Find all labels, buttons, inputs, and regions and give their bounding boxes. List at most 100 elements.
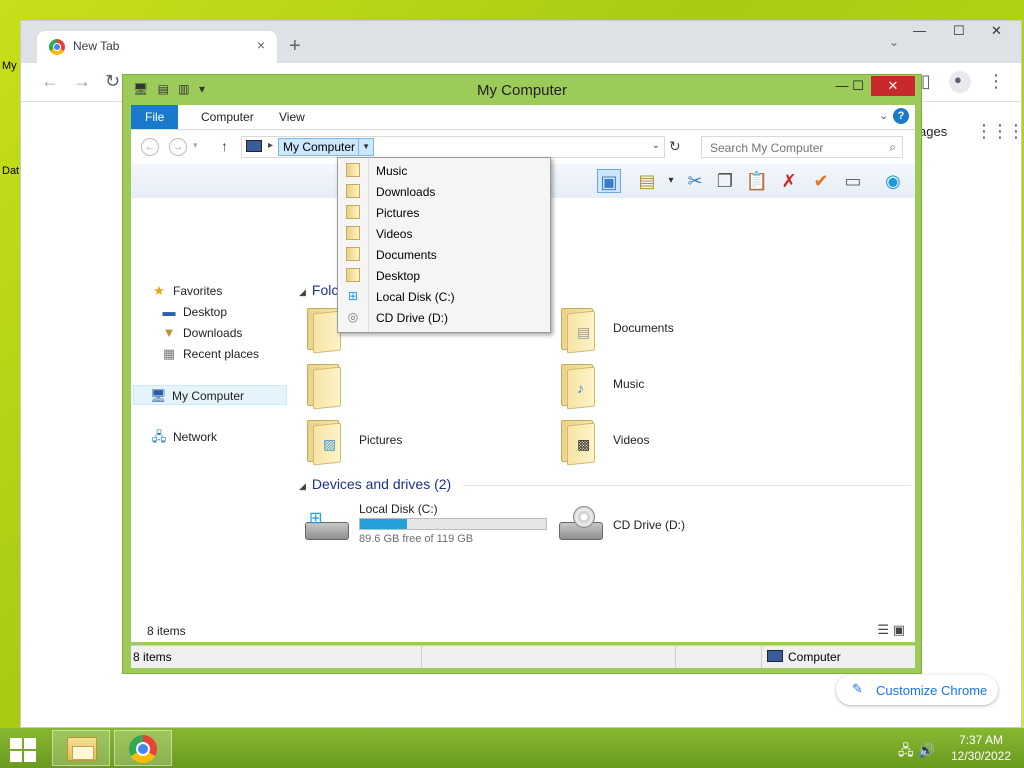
item-count: 8 items: [147, 624, 186, 638]
details-view-icon[interactable]: ☰: [877, 622, 889, 637]
desktop-icon-label-my[interactable]: My: [2, 60, 17, 72]
status-location-label: Computer: [788, 650, 841, 664]
menu-item-cd-drive[interactable]: ◎ CD Drive (D:): [338, 307, 548, 328]
menu-item-music[interactable]: Music: [338, 160, 548, 181]
downloads-icon: ▼: [162, 325, 176, 340]
menu-item-label: Pictures: [376, 206, 420, 220]
clock[interactable]: 7:37 AM 12/30/2022: [946, 732, 1016, 764]
properties-icon[interactable]: ▭: [841, 169, 865, 193]
folder-item-pictures[interactable]: ▨ Pictures: [305, 418, 545, 466]
tab-file[interactable]: File: [131, 105, 179, 129]
breadcrumb-dropdown-icon[interactable]: ▼: [358, 138, 373, 156]
address-history-icon[interactable]: ⌄: [652, 140, 660, 151]
nav-favorites[interactable]: ★ Favorites: [151, 281, 222, 301]
downloads-folder-icon: [346, 184, 360, 198]
cut-icon[interactable]: ✂: [683, 169, 707, 193]
search-box[interactable]: ⌕: [701, 136, 903, 158]
folder-item-hidden-2[interactable]: [305, 362, 545, 410]
menu-item-videos[interactable]: Videos: [338, 223, 548, 244]
tab-search-icon[interactable]: ⌄: [889, 35, 899, 49]
tab-computer[interactable]: Computer: [187, 105, 268, 129]
apps-grid-icon[interactable]: ⋮⋮⋮: [975, 121, 1024, 142]
profile-avatar[interactable]: [949, 71, 971, 93]
browser-tab-bar: New Tab × + ⌄ — ☐ ✕: [21, 21, 1021, 63]
local-disk-icon: ⊞: [347, 289, 359, 303]
forward-icon[interactable]: →: [73, 71, 91, 92]
network-tray-icon[interactable]: 🖧: [898, 742, 914, 758]
ribbon-expand-icon[interactable]: ⌄: [879, 109, 888, 122]
status-divider: [421, 646, 422, 668]
rename-check-icon[interactable]: ✔: [809, 169, 833, 193]
search-input[interactable]: [708, 140, 882, 156]
nav-network[interactable]: 🖧 Network: [151, 427, 217, 447]
volume-icon[interactable]: 🔊: [918, 742, 935, 758]
folders-group-header[interactable]: ◢ Folc: [299, 282, 338, 298]
explorer-maximize-button[interactable]: ☐: [843, 76, 873, 96]
folder-options-dropdown-icon[interactable]: ▾: [659, 169, 683, 193]
reload-icon[interactable]: ↻: [105, 71, 120, 92]
large-icons-view-icon[interactable]: ▣: [893, 622, 905, 637]
forward-button[interactable]: →: [169, 138, 187, 156]
drive-item-cd[interactable]: CD Drive (D:): [559, 502, 809, 552]
customize-chrome-button[interactable]: ✎ Customize Chrome: [836, 675, 998, 705]
up-button[interactable]: ↑: [221, 138, 228, 154]
folder-item-music[interactable]: ♪ Music: [559, 362, 799, 410]
nav-recent-places[interactable]: ▦ Recent places: [161, 344, 259, 364]
new-tab-button[interactable]: +: [289, 35, 301, 58]
tab-close-icon[interactable]: ×: [257, 37, 265, 53]
address-bar[interactable]: ▸ My Computer ▼ ⌄: [241, 136, 665, 158]
status-divider: [675, 646, 676, 668]
tab-view[interactable]: View: [265, 105, 319, 129]
nav-downloads[interactable]: ▼ Downloads: [161, 323, 243, 343]
cd-drive-icon: [559, 506, 603, 542]
side-panel-icon[interactable]: ▯: [921, 71, 931, 92]
breadcrumb-separator[interactable]: ▸: [268, 140, 273, 151]
copy-icon[interactable]: ❐: [713, 169, 737, 193]
recent-locations-icon[interactable]: ▾: [193, 140, 198, 151]
help-icon[interactable]: ?: [893, 108, 909, 124]
ribbon-tabs: File Computer View ⌄ ?: [131, 105, 915, 130]
menu-item-downloads[interactable]: Downloads: [338, 181, 548, 202]
documents-folder-icon: ▤: [559, 306, 597, 354]
browser-minimize-button[interactable]: —: [913, 23, 926, 38]
search-icon[interactable]: ⌕: [889, 140, 896, 155]
start-button[interactable]: [8, 736, 38, 762]
folder-icon: [305, 362, 343, 410]
browser-close-button[interactable]: ✕: [991, 23, 1002, 39]
taskbar-explorer-button[interactable]: [52, 730, 110, 766]
preview-pane-icon[interactable]: ▣: [597, 169, 621, 193]
folder-item-documents[interactable]: ▤ Documents: [559, 306, 799, 354]
back-icon[interactable]: ←: [41, 71, 59, 92]
browser-maximize-button[interactable]: ☐: [953, 23, 965, 39]
folder-item-videos[interactable]: ▩ Videos: [559, 418, 799, 466]
nav-desktop[interactable]: ▬ Desktop: [161, 302, 228, 322]
drive-item-local-disk[interactable]: ⊞ Local Disk (C:) 89.6 GB free of 119 GB: [305, 502, 555, 552]
explorer-titlebar[interactable]: 🖥 ▤ ▥ ▾ My Computer — ☐ ✕: [123, 75, 921, 105]
nav-network-label: Network: [173, 430, 218, 444]
explorer-close-button[interactable]: ✕: [871, 76, 915, 96]
videos-folder-icon: [346, 226, 360, 240]
menu-item-pictures[interactable]: Pictures: [338, 202, 548, 223]
drives-group-header[interactable]: ◢ Devices and drives (2): [299, 476, 451, 492]
menu-icon[interactable]: ⋮: [987, 71, 1005, 92]
breadcrumb-my-computer[interactable]: My Computer ▼: [278, 138, 375, 156]
nav-my-computer[interactable]: 🖥 My Computer: [133, 385, 287, 405]
menu-item-documents[interactable]: Documents: [338, 244, 548, 265]
menu-item-desktop[interactable]: Desktop: [338, 265, 548, 286]
desktop-icon-label-dat[interactable]: Dat: [2, 165, 19, 177]
globe-icon[interactable]: ◉: [881, 169, 905, 193]
browser-tab[interactable]: New Tab ×: [37, 31, 277, 63]
chrome-icon: [49, 39, 65, 55]
images-link[interactable]: ages: [919, 124, 947, 139]
refresh-icon[interactable]: ↻: [669, 138, 681, 155]
paste-icon[interactable]: 📋: [745, 169, 769, 193]
delete-icon[interactable]: ✗: [777, 169, 801, 193]
clock-date: 12/30/2022: [950, 749, 1012, 763]
status-item-count: 8 items: [133, 650, 172, 664]
folder-options-icon[interactable]: ▤: [635, 169, 659, 193]
taskbar-chrome-button[interactable]: [114, 730, 172, 766]
menu-item-local-disk[interactable]: ⊞ Local Disk (C:): [338, 286, 548, 307]
back-button[interactable]: ←: [141, 138, 159, 156]
status-location: Computer: [767, 650, 841, 664]
nav-downloads-label: Downloads: [183, 326, 243, 340]
